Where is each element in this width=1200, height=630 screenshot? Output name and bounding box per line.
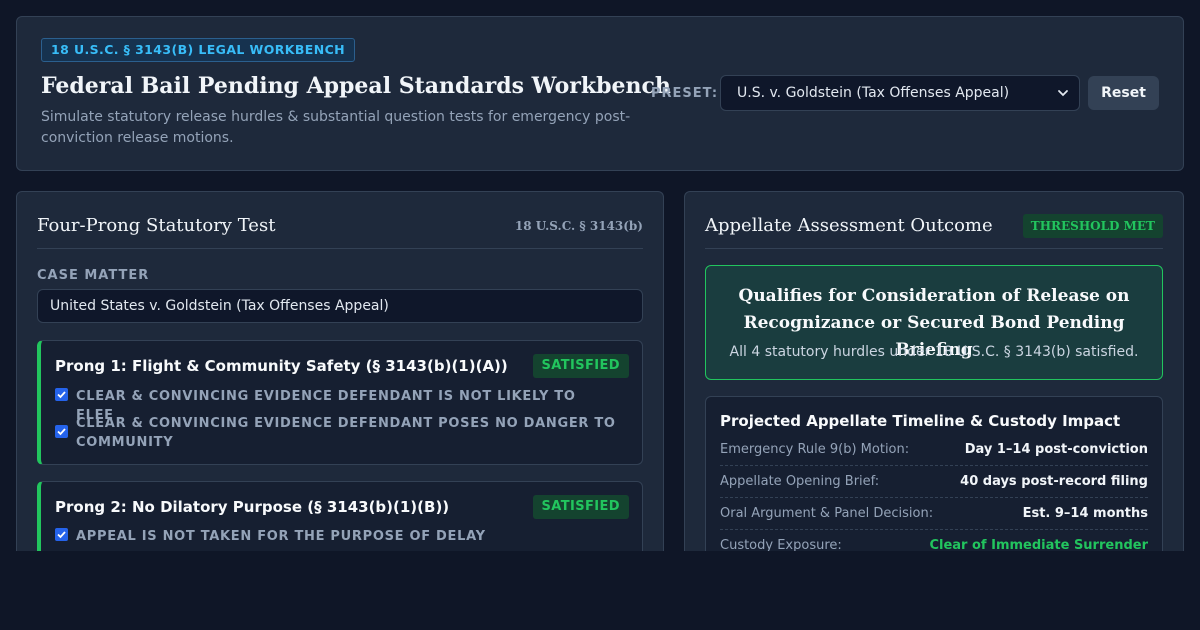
statute-badge: 18 U.S.C. § 3143(B) LEGAL WORKBENCH (41, 38, 356, 62)
preset-select-value: U.S. v. Goldstein (Tax Offenses Appeal) (737, 85, 1010, 101)
status-badge: SATISFIED (532, 495, 629, 519)
reset-button[interactable]: Reset (1088, 76, 1159, 110)
header-card: 18 U.S.C. § 3143(B) LEGAL WORKBENCH Fede… (16, 16, 1184, 171)
checkbox-label: CLEAR & CONVINCING EVIDENCE DEFENDANT PO… (76, 416, 616, 450)
assessment-panel: Appellate Assessment Outcome THRESHOLD M… (684, 191, 1184, 551)
check-icon (57, 428, 66, 436)
timeline-card: Projected Appellate Timeline & Custody I… (705, 396, 1163, 551)
outcome-card: Qualifies for Consideration of Release o… (705, 265, 1163, 380)
divider (37, 248, 643, 249)
divider (705, 248, 1163, 249)
timeline-label: Emergency Rule 9(b) Motion: (720, 442, 910, 457)
timeline-value: Day 1–14 post-conviction (964, 442, 1148, 457)
timeline-row: Custody Exposure: Clear of Immediate Sur… (720, 530, 1148, 551)
statute-citation: 18 U.S.C. § 3143(b) (514, 219, 643, 233)
check-icon (57, 391, 66, 399)
page-title: Federal Bail Pending Appeal Standards Wo… (41, 73, 671, 99)
checkbox[interactable] (55, 388, 68, 401)
chevron-down-icon (1058, 90, 1068, 97)
preset-select[interactable]: U.S. v. Goldstein (Tax Offenses Appeal) (720, 75, 1080, 111)
page-subtitle: Simulate statutory release hurdles & sub… (41, 109, 631, 146)
case-matter-label: CASE MATTER (37, 268, 150, 283)
timeline-label: Custody Exposure: (720, 538, 842, 551)
timeline-row: Emergency Rule 9(b) Motion: Day 1–14 pos… (720, 434, 1148, 466)
check-icon (57, 531, 66, 539)
checkbox-row[interactable]: CLEAR & CONVINCING EVIDENCE DEFENDANT PO… (55, 414, 615, 452)
prong-title: Prong 2: No Dilatory Purpose (§ 3143(b)(… (55, 498, 450, 516)
timeline-row: Appellate Opening Brief: 40 days post-re… (720, 466, 1148, 498)
timeline-title: Projected Appellate Timeline & Custody I… (720, 412, 1121, 430)
prong-card-1: Prong 1: Flight & Community Safety (§ 31… (37, 340, 643, 465)
panel-title: Four-Prong Statutory Test (37, 215, 276, 236)
case-matter-input[interactable]: United States v. Goldstein (Tax Offenses… (37, 289, 643, 323)
timeline-label: Appellate Opening Brief: (720, 474, 880, 489)
checkbox-row[interactable]: CLEAR & CONVINCING EVIDENCE DEFENDANT IS… (55, 387, 615, 423)
preset-label: PRESET: (651, 86, 719, 101)
checkbox[interactable] (55, 425, 68, 438)
checkbox-label: APPEAL IS NOT TAKEN FOR THE PURPOSE OF D… (76, 529, 486, 544)
threshold-status-badge: THRESHOLD MET (1022, 214, 1163, 238)
statutory-test-panel: Four-Prong Statutory Test 18 U.S.C. § 31… (16, 191, 664, 551)
checkbox[interactable] (55, 528, 68, 541)
outcome-summary: All 4 statutory hurdles under 18 U.S.C. … (729, 344, 1139, 360)
prong-card-2: Prong 2: No Dilatory Purpose (§ 3143(b)(… (37, 481, 643, 551)
timeline-value: Clear of Immediate Surrender (929, 538, 1148, 551)
timeline-row: Oral Argument & Panel Decision: Est. 9–1… (720, 498, 1148, 530)
timeline-value: Est. 9–14 months (1022, 506, 1148, 521)
timeline-label: Oral Argument & Panel Decision: (720, 506, 934, 521)
timeline-value: 40 days post-record filing (960, 474, 1148, 489)
checkbox-row[interactable]: APPEAL IS NOT TAKEN FOR THE PURPOSE OF D… (55, 527, 615, 546)
status-badge: SATISFIED (532, 354, 629, 378)
prong-title: Prong 1: Flight & Community Safety (§ 31… (55, 357, 508, 375)
panel-title: Appellate Assessment Outcome (705, 215, 993, 236)
